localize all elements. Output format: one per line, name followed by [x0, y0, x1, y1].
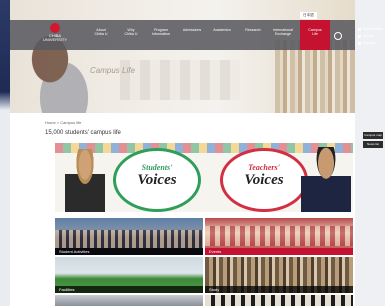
logo-mark-icon	[50, 23, 60, 33]
nav-why[interactable]: Why Chiba U	[116, 28, 146, 36]
students-voices-big: Voices	[137, 172, 177, 188]
tile-label: Study	[205, 286, 353, 293]
nav-admissions[interactable]: Admissions	[177, 28, 207, 32]
page-title: 15,000 students' campus life	[45, 130, 121, 136]
tile-label: Events	[205, 248, 353, 255]
nav-international[interactable]: International Exchange	[268, 28, 298, 36]
nav-campus-life[interactable]: Campus Life	[300, 20, 330, 50]
teachers-voices-small: Teachers'	[248, 163, 280, 172]
hero-bookshelf	[275, 40, 355, 113]
side-button-campus-map[interactable]: Campus map	[363, 132, 383, 139]
util-contact[interactable]: Contact	[358, 41, 375, 45]
language-switch[interactable]: 日本語	[300, 12, 317, 19]
search-icon[interactable]	[334, 32, 342, 40]
tile-events[interactable]: Events	[205, 218, 353, 255]
tile-partial[interactable]	[205, 295, 353, 306]
teachers-voices-link[interactable]: Teachers' Voices	[220, 148, 308, 212]
background-left-edge	[0, 0, 10, 306]
tile-partial[interactable]	[55, 295, 203, 306]
university-logo[interactable]: CHIBA UNIVERSITY	[40, 23, 70, 49]
teachers-voices-big: Voices	[244, 172, 284, 188]
students-voices-link[interactable]: Students' Voices	[113, 148, 201, 212]
tile-study[interactable]: Study	[205, 257, 353, 293]
breadcrumb[interactable]: Home > Campus life	[45, 120, 81, 125]
hero-caption: Campus Life	[90, 66, 135, 75]
nav-research[interactable]: Research	[238, 28, 268, 32]
side-button-news[interactable]: News list	[363, 141, 383, 148]
util-accessibility[interactable]: Accessibility	[358, 27, 383, 31]
nav-about[interactable]: About Chiba U	[86, 28, 116, 36]
logo-text: CHIBA UNIVERSITY	[42, 33, 67, 42]
tile-label: Student Activities	[55, 248, 203, 255]
tile-facilities[interactable]: Facilities	[55, 257, 203, 293]
background-right-edge	[355, 0, 385, 306]
student-photo	[65, 149, 105, 212]
tile-label: Facilities	[55, 286, 203, 293]
util-access[interactable]: Access	[358, 34, 375, 38]
hero-tables	[120, 60, 240, 100]
students-voices-small: Students'	[141, 163, 173, 172]
nav-program[interactable]: Program Information	[146, 28, 176, 36]
teacher-photo	[301, 147, 351, 212]
nav-academics[interactable]: Academics	[207, 28, 237, 32]
tile-student-activities[interactable]: Student Activities	[55, 218, 203, 255]
voices-banner[interactable]: Students' Voices Teachers' Voices	[55, 143, 353, 212]
